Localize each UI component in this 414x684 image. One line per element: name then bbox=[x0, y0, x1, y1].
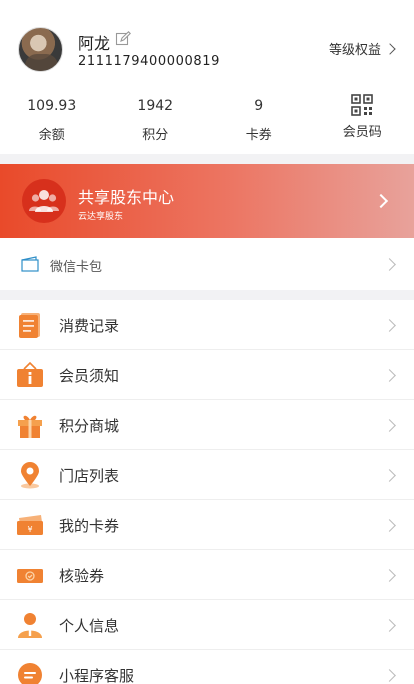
member-number: 2111179400000819 bbox=[78, 54, 220, 69]
menu-item-points-mall[interactable]: 积分商城 bbox=[0, 400, 414, 450]
chevron-right-icon bbox=[383, 519, 396, 532]
level-benefits-label: 等级权益 bbox=[328, 43, 381, 58]
card-wallet-icon bbox=[21, 256, 39, 272]
edit-icon[interactable] bbox=[115, 31, 131, 47]
avatar[interactable] bbox=[18, 27, 63, 72]
stat-label: 积分 bbox=[142, 128, 169, 143]
chevron-right-icon bbox=[373, 193, 389, 209]
chevron-right-icon bbox=[383, 469, 396, 482]
stat-value: 9 bbox=[254, 98, 264, 114]
qr-code-icon bbox=[351, 94, 374, 116]
chevron-right-icon bbox=[383, 569, 396, 582]
section-divider bbox=[0, 290, 414, 300]
banner-subtitle: 云达享股东 bbox=[78, 212, 124, 222]
record-list-icon bbox=[19, 313, 40, 338]
menu-list: 消费记录 会员须知 积分商城 门店列表 ¥ 我的卡券 核验券 个人信息 小程序客… bbox=[0, 300, 414, 684]
wechat-card-wallet-row[interactable]: 微信卡包 bbox=[0, 238, 414, 290]
menu-item-verify-coupon[interactable]: 核验券 bbox=[0, 550, 414, 600]
menu-item-label: 核验券 bbox=[59, 567, 105, 585]
chevron-right-icon bbox=[383, 319, 396, 332]
stat-member-code[interactable]: 会员码 bbox=[311, 90, 414, 154]
chevron-right-icon bbox=[384, 42, 396, 55]
info-board-icon bbox=[17, 361, 43, 387]
stats-row: 109.93 余额 1942 积分 9 卡券 会员码 bbox=[0, 90, 414, 154]
stat-coupons[interactable]: 9 卡券 bbox=[207, 90, 311, 154]
chevron-right-icon bbox=[383, 369, 396, 382]
menu-item-customer-service[interactable]: 小程序客服 bbox=[0, 650, 414, 684]
profile-header: 阿龙 2111179400000819 等级权益 bbox=[0, 0, 414, 90]
person-icon bbox=[18, 613, 42, 638]
menu-item-member-notice[interactable]: 会员须知 bbox=[0, 350, 414, 400]
level-benefits-link[interactable]: 等级权益 bbox=[328, 39, 396, 58]
stat-label: 卡券 bbox=[245, 128, 272, 143]
menu-item-personal-info[interactable]: 个人信息 bbox=[0, 600, 414, 650]
menu-item-consumption-records[interactable]: 消费记录 bbox=[0, 300, 414, 350]
stat-label: 会员码 bbox=[342, 125, 382, 140]
menu-item-label: 消费记录 bbox=[59, 317, 120, 335]
shareholder-center-banner[interactable]: 共享股东中心 云达享股东 bbox=[0, 164, 414, 238]
section-divider bbox=[0, 154, 414, 164]
chevron-right-icon bbox=[383, 419, 396, 432]
menu-item-label: 会员须知 bbox=[59, 367, 120, 385]
coupon-ticket-icon: ¥ bbox=[17, 515, 43, 535]
stat-value: 109.93 bbox=[27, 98, 77, 114]
menu-item-label: 积分商城 bbox=[59, 417, 120, 435]
svg-text:¥: ¥ bbox=[27, 525, 32, 534]
banner-title: 共享股东中心 bbox=[78, 188, 175, 207]
verify-ticket-icon bbox=[17, 569, 43, 583]
menu-item-label: 我的卡券 bbox=[59, 517, 120, 535]
stat-points[interactable]: 1942 积分 bbox=[104, 90, 208, 154]
menu-item-label: 个人信息 bbox=[59, 617, 120, 635]
menu-item-store-list[interactable]: 门店列表 bbox=[0, 450, 414, 500]
chat-bubble-icon bbox=[18, 663, 42, 684]
chevron-right-icon bbox=[383, 258, 396, 271]
chevron-right-icon bbox=[383, 619, 396, 632]
menu-item-label: 小程序客服 bbox=[59, 667, 135, 684]
menu-item-my-coupons[interactable]: ¥ 我的卡券 bbox=[0, 500, 414, 550]
location-pin-icon bbox=[21, 462, 39, 489]
stat-value: 1942 bbox=[137, 98, 174, 114]
stat-balance[interactable]: 109.93 余额 bbox=[0, 90, 104, 154]
wechat-card-label: 微信卡包 bbox=[50, 260, 103, 275]
stat-label: 余额 bbox=[38, 128, 65, 143]
nickname: 阿龙 bbox=[78, 34, 111, 53]
chevron-right-icon bbox=[383, 669, 396, 682]
menu-item-label: 门店列表 bbox=[59, 467, 120, 485]
gift-box-icon bbox=[18, 415, 42, 438]
shareholders-icon bbox=[22, 179, 66, 223]
